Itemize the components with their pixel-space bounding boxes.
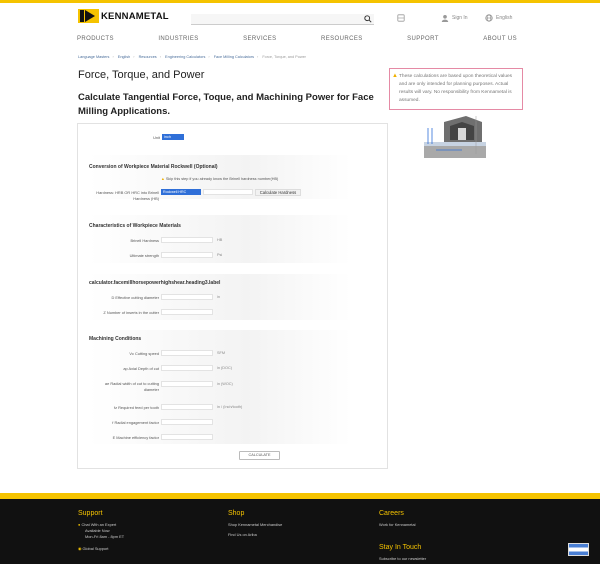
cutter-section: calculator.facemillhorsepowerhighshear.h… bbox=[89, 274, 351, 320]
breadcrumb-item[interactable]: Language Masters bbox=[78, 55, 109, 59]
speed-unit: SFM bbox=[217, 351, 226, 355]
footer-support-title: Support bbox=[78, 510, 103, 517]
footer-shop-title: Shop bbox=[228, 510, 245, 517]
user-icon bbox=[441, 14, 449, 22]
diameter-unit: in bbox=[217, 295, 220, 299]
hardness-value-input[interactable] bbox=[203, 189, 253, 195]
top-accent-bar bbox=[0, 0, 600, 3]
nav-item-industries[interactable]: INDUSTRIES bbox=[158, 36, 198, 46]
footer-stay-title: Stay In Touch bbox=[379, 544, 422, 551]
globe-icon bbox=[485, 14, 493, 22]
hardness-scale-select[interactable]: Rockwell HRC bbox=[161, 189, 201, 195]
characteristics-section: Characteristics of Workpiece Materials B… bbox=[89, 215, 351, 263]
support-hours: Mon-Fri 8am - 8pm ET bbox=[85, 534, 125, 539]
country-flag-icon[interactable] bbox=[568, 543, 589, 556]
logo-text: KENNAMETAL bbox=[101, 10, 169, 22]
brinell-unit: HB bbox=[217, 238, 223, 242]
brinell-label: Brinell Hardness bbox=[130, 238, 159, 243]
calculate-button[interactable]: CALCULATE bbox=[239, 451, 280, 460]
disclaimer-text: These calculations are based upon theore… bbox=[399, 74, 513, 103]
global-support-label: Global Support bbox=[82, 546, 109, 551]
face-milling-diagram bbox=[422, 114, 488, 160]
region-globe-icon bbox=[397, 14, 405, 22]
efficiency-input[interactable] bbox=[161, 434, 213, 440]
page-subtitle: Calculate Tangential Force, Toque, and M… bbox=[78, 92, 374, 117]
uts-label: Ultimate strength bbox=[129, 253, 159, 258]
hardness-label: Hardness: HRB OR HRC into Brinell Hardne… bbox=[96, 190, 159, 201]
hint-warning-icon: ▲ bbox=[161, 177, 165, 181]
depth-label: ap Axial Depth of cut bbox=[123, 366, 159, 371]
breadcrumb-item[interactable]: Engineering Calculators bbox=[165, 55, 205, 59]
feed-input[interactable] bbox=[161, 404, 213, 410]
footer: Support ● Chat With an Expert Available … bbox=[0, 499, 600, 564]
cutter-section-title: calculator.facemillhorsepowerhighshear.h… bbox=[89, 280, 221, 286]
global-support-link[interactable]: ◉ Global Support bbox=[78, 546, 108, 552]
careers-link[interactable]: Work for Kennametal bbox=[379, 522, 415, 528]
calculator-form: Unit inch Conversion of Workpiece Materi… bbox=[77, 123, 388, 469]
inserts-input[interactable] bbox=[161, 309, 213, 315]
footer-careers-title: Careers bbox=[379, 510, 404, 517]
depth-input[interactable] bbox=[161, 365, 213, 371]
newsletter-link[interactable]: Subscribe to our newsletter bbox=[379, 556, 426, 562]
breadcrumb: Language Masters › English › Resources › En… bbox=[78, 55, 306, 59]
disclaimer-box: ▲ These calculations are based upon theo… bbox=[389, 68, 523, 110]
language-label: English bbox=[496, 15, 513, 21]
engagement-label: f Radial engagement factor bbox=[112, 420, 159, 425]
shop-merch-link[interactable]: Shop Kennametal Merchandise bbox=[228, 522, 282, 528]
speed-label: Vc Cutting speed bbox=[129, 351, 159, 356]
language-selector[interactable]: English bbox=[485, 14, 512, 22]
sign-in-label: Sign In bbox=[452, 15, 468, 21]
breadcrumb-current: Force, Torque, and Power bbox=[262, 55, 306, 59]
search-input[interactable] bbox=[191, 14, 374, 25]
sign-in-link[interactable]: Sign In bbox=[441, 14, 468, 22]
chat-label: Chat With an Expert bbox=[81, 522, 117, 527]
kennametal-logo[interactable]: KENNAMETAL bbox=[78, 9, 169, 23]
search-icon[interactable] bbox=[364, 15, 372, 23]
nav-item-about-us[interactable]: ABOUT US bbox=[483, 36, 517, 46]
globe-support-icon: ◉ bbox=[78, 546, 82, 551]
diameter-label: D Effective cutting diameter bbox=[111, 295, 159, 300]
calculate-hardness-button[interactable]: Calculate Hardness bbox=[255, 189, 301, 196]
nav-item-services[interactable]: SERVICES bbox=[243, 36, 276, 46]
uts-input[interactable] bbox=[161, 252, 213, 258]
breadcrumb-item[interactable]: Resources bbox=[139, 55, 157, 59]
conversion-section: Conversion of Workpiece Material Rockwel… bbox=[89, 155, 351, 201]
chat-icon: ● bbox=[78, 522, 81, 527]
conversion-hint: ▲ Skip this step if you already know the… bbox=[161, 177, 278, 181]
engagement-input[interactable] bbox=[161, 419, 213, 425]
width-input[interactable] bbox=[161, 381, 213, 387]
main-nav: PRODUCTS INDUSTRIES SERVICES RESOURCES S… bbox=[77, 36, 517, 46]
diameter-input[interactable] bbox=[161, 294, 213, 300]
breadcrumb-item[interactable]: English bbox=[118, 55, 130, 59]
hint-text: Skip this step if you already know the B… bbox=[165, 177, 279, 181]
unit-label: Unit bbox=[153, 135, 160, 140]
uts-unit: Psi bbox=[217, 253, 223, 257]
conversion-title: Conversion of Workpiece Material Rockwel… bbox=[89, 164, 218, 170]
feed-label: fz Required feed per tooth bbox=[114, 405, 159, 410]
ariba-link[interactable]: Find Us on Ariba bbox=[228, 532, 257, 538]
speed-input[interactable] bbox=[161, 350, 213, 356]
machining-title: Machining Conditions bbox=[89, 336, 142, 342]
depth-unit: in (DOC) bbox=[217, 366, 232, 370]
page-title: Force, Torque, and Power bbox=[78, 69, 205, 81]
nav-item-resources[interactable]: RESOURCES bbox=[321, 36, 363, 46]
efficiency-label: E Machine efficiency factor bbox=[112, 435, 159, 440]
machining-section: Machining Conditions Vc Cutting speed SF… bbox=[89, 330, 351, 444]
nav-item-support[interactable]: SUPPORT bbox=[407, 36, 439, 46]
inserts-label: Z Number of inserts in the cutter bbox=[103, 310, 159, 315]
logo-mark-icon bbox=[78, 9, 99, 23]
brinell-input[interactable] bbox=[161, 237, 213, 243]
warning-icon: ▲ bbox=[392, 73, 398, 79]
width-label: ae Radial width of cut to cutting diamet… bbox=[104, 381, 159, 392]
width-unit: in (WOC) bbox=[217, 382, 233, 386]
unit-select[interactable]: inch bbox=[162, 134, 184, 140]
nav-item-products[interactable]: PRODUCTS bbox=[77, 36, 114, 46]
characteristics-title: Characteristics of Workpiece Materials bbox=[89, 223, 181, 229]
globe-region-selector[interactable] bbox=[397, 14, 408, 22]
feed-unit: in / (Inch/tooth) bbox=[217, 405, 243, 409]
breadcrumb-item[interactable]: Face Milling Calculators bbox=[214, 55, 254, 59]
